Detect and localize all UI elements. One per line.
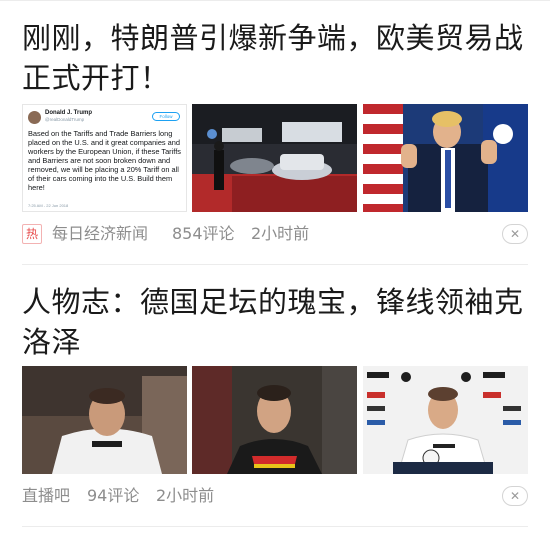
tweet-handle: @realDonaldTrump xyxy=(45,117,85,122)
player-photo-2 xyxy=(192,366,357,474)
press-conference-image xyxy=(363,366,528,474)
dismiss-button[interactable]: ✕ xyxy=(502,486,528,506)
press-conference-photo xyxy=(363,366,528,474)
tweet-text: Based on the Tariffs and Trade Barriers … xyxy=(28,129,181,192)
divider xyxy=(22,526,528,527)
car-show-photo xyxy=(192,104,357,212)
football-player-image xyxy=(22,366,187,474)
player-photo-1 xyxy=(22,366,187,474)
headline[interactable]: 刚刚，特朗普引爆新争端，欧美贸易战正式开打！ xyxy=(22,18,528,98)
tweet-author: Donald J. Trump xyxy=(45,110,93,116)
headline[interactable]: 人物志：德国足坛的瑰宝，锋线领袖克洛泽 xyxy=(22,282,528,362)
trump-rally-photo xyxy=(363,104,528,212)
thumbnail-row xyxy=(22,366,528,474)
publish-time: 2小时前 xyxy=(156,486,215,505)
tweet-card: Donald J. Trump @realDonaldTrump Follow … xyxy=(22,104,187,212)
rally-image xyxy=(363,104,528,212)
comment-count: 94评论 xyxy=(87,486,140,505)
avatar xyxy=(28,111,41,124)
news-card[interactable]: 人物志：德国足坛的瑰宝，锋线领袖克洛泽 直播吧 94评论 2小时前 ✕ xyxy=(22,282,528,506)
follow-button: Follow xyxy=(152,112,180,121)
source-label[interactable]: 直播吧 xyxy=(22,485,70,507)
comment-count: 854评论 xyxy=(172,224,235,243)
divider xyxy=(22,264,528,265)
top-divider xyxy=(0,0,550,1)
football-player-image xyxy=(192,366,357,474)
thumbnail-row: Donald J. Trump @realDonaldTrump Follow … xyxy=(22,104,528,212)
publish-time: 2小时前 xyxy=(251,224,310,243)
car-show-image xyxy=(192,104,357,212)
source-label[interactable]: 每日经济新闻 xyxy=(52,223,148,245)
close-icon: ✕ xyxy=(509,489,521,503)
tweet-timestamp: 7:25 AM - 22 Jun 2018 xyxy=(28,203,69,208)
close-icon: ✕ xyxy=(509,227,521,241)
article-meta: 热 每日经济新闻 854评论 2小时前 ✕ xyxy=(22,222,528,246)
tweet-screenshot-thumbnail: Donald J. Trump @realDonaldTrump Follow … xyxy=(22,104,187,212)
hot-badge: 热 xyxy=(22,224,42,244)
news-card[interactable]: 刚刚，特朗普引爆新争端，欧美贸易战正式开打！ Donald J. Trump @… xyxy=(22,18,528,244)
dismiss-button[interactable]: ✕ xyxy=(502,224,528,244)
article-meta: 直播吧 94评论 2小时前 ✕ xyxy=(22,484,528,508)
